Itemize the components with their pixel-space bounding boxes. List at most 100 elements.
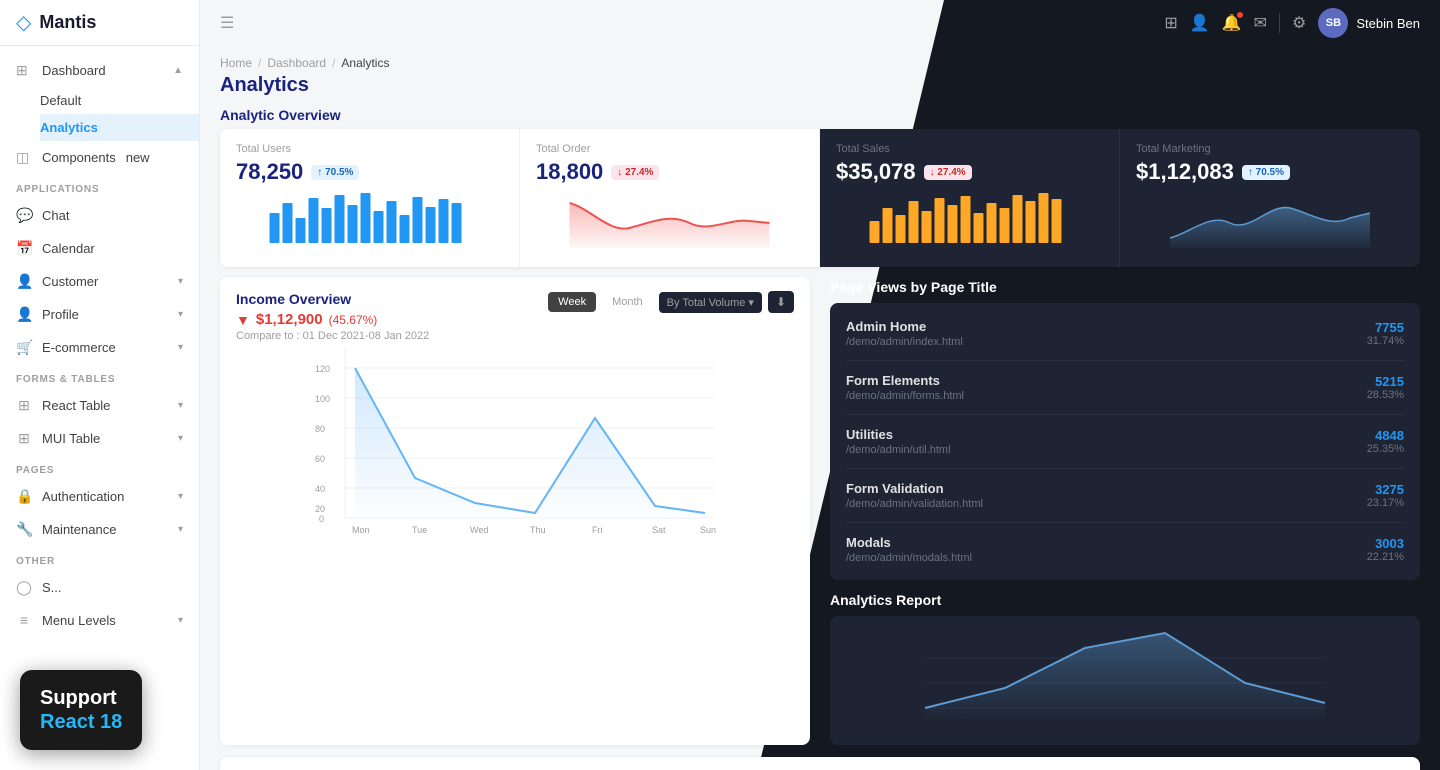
sidebar-label-sample: S... <box>42 580 62 595</box>
analytics-report-chart <box>830 616 1420 745</box>
income-overview-panel: Income Overview ▼ $1,12,900 (45.67%) Com… <box>220 277 810 745</box>
chevron-down-icon-4: ▾ <box>178 400 183 411</box>
sidebar-label-ecommerce: E-commerce <box>42 340 116 355</box>
analytics-report-label: Analytics Report <box>830 592 1420 608</box>
sidebar-item-auth[interactable]: 🔒 Authentication ▾ <box>0 480 199 513</box>
header-right: ⊞ 👤 🔔 ✉ ⚙ SB Stebin Ben <box>1164 8 1420 38</box>
menu-icon: ≡ <box>16 612 32 628</box>
sidebar-label-components: Components <box>42 150 116 165</box>
separator-2: / <box>332 56 335 70</box>
pv-url-1: /demo/admin/index.html <box>846 336 963 348</box>
toast-line2: React 18 <box>40 710 122 734</box>
sidebar-item-customer[interactable]: 👤 Customer ▾ <box>0 265 199 298</box>
month-btn[interactable]: Month <box>602 292 653 312</box>
pv-right-3: 4848 25.35% <box>1367 428 1404 455</box>
card-value-row-users: 78,250 ↑ 70.5% <box>236 159 503 185</box>
pv-title-1: Admin Home <box>846 319 963 334</box>
breadcrumb-home[interactable]: Home <box>220 56 252 70</box>
new-badge: new <box>126 150 150 165</box>
sidebar-item-analytics[interactable]: Analytics <box>40 114 199 141</box>
pv-item-3: Utilities /demo/admin/util.html 4848 25.… <box>846 415 1404 469</box>
week-btn[interactable]: Week <box>548 292 596 312</box>
analytic-overview-label: Analytic Overview <box>200 97 1440 129</box>
pv-title-4: Form Validation <box>846 481 983 496</box>
breadcrumb-current: Analytics <box>341 56 389 70</box>
pv-title-5: Modals <box>846 535 972 550</box>
pv-left-2: Form Elements /demo/admin/forms.html <box>846 373 964 402</box>
sidebar-item-react-table[interactable]: ⊞ React Table ▾ <box>0 389 199 422</box>
pv-item-4: Form Validation /demo/admin/validation.h… <box>846 469 1404 523</box>
chevron-up-icon: ▲ <box>173 65 183 76</box>
breadcrumb-dashboard[interactable]: Dashboard <box>267 56 326 70</box>
income-line-chart: 120 100 80 60 40 20 0 <box>236 348 794 548</box>
separator-1: / <box>258 56 261 70</box>
chevron-down-icon-7: ▾ <box>178 524 183 535</box>
svg-text:Sun: Sun <box>700 525 716 535</box>
sidebar-item-calendar[interactable]: 📅 Calendar <box>0 232 199 265</box>
card-label-users: Total Users <box>236 143 503 155</box>
pv-pct-3: 25.35% <box>1367 443 1404 455</box>
settings-icon[interactable]: ⚙ <box>1292 13 1306 33</box>
sidebar-logo[interactable]: ◇ Mantis <box>0 0 199 46</box>
sidebar-label-chat: Chat <box>42 208 69 223</box>
notification-dot <box>1236 11 1244 19</box>
card-label-marketing: Total Marketing <box>1136 143 1404 155</box>
page-title: Analytics <box>220 74 1420 97</box>
pv-count-4: 3275 <box>1367 482 1404 497</box>
breadcrumb: Home / Dashboard / Analytics <box>220 56 1420 70</box>
card-badge-marketing: ↑ 70.5% <box>1242 165 1290 180</box>
pv-pct-2: 28.53% <box>1367 389 1404 401</box>
income-arrow-icon: ▼ <box>236 312 250 328</box>
sidebar-item-maintenance[interactable]: 🔧 Maintenance ▾ <box>0 513 199 546</box>
page-views-panel: Page Views by Page Title Admin Home /dem… <box>820 277 1420 745</box>
sidebar-item-dashboard[interactable]: ⊞ Dashboard ▲ <box>0 54 199 87</box>
pv-right-2: 5215 28.53% <box>1367 374 1404 401</box>
pv-item-2: Form Elements /demo/admin/forms.html 521… <box>846 361 1404 415</box>
sidebar-item-profile[interactable]: 👤 Profile ▾ <box>0 298 199 331</box>
pv-left-5: Modals /demo/admin/modals.html <box>846 535 972 564</box>
sidebar-item-default[interactable]: Default <box>40 87 199 114</box>
hamburger-icon[interactable]: ☰ <box>220 13 234 33</box>
section-label-applications: Applications <box>0 174 199 199</box>
svg-text:Wed: Wed <box>470 525 488 535</box>
svg-text:Sat: Sat <box>652 525 666 535</box>
chat-icon: 💬 <box>16 207 32 224</box>
chevron-down-icon-5: ▾ <box>178 433 183 444</box>
sidebar-item-components[interactable]: ◫ Components new <box>0 141 199 174</box>
card-label-sales: Total Sales <box>836 143 1103 155</box>
income-value-row: ▼ $1,12,900 (45.67%) <box>236 311 429 328</box>
calendar-icon: 📅 <box>16 240 32 257</box>
download-btn[interactable]: ⬇ <box>768 291 794 313</box>
marketing-area-chart <box>1136 193 1404 248</box>
sidebar-item-menu-levels[interactable]: ≡ Menu Levels ▾ <box>0 604 199 636</box>
pv-count-5: 3003 <box>1367 536 1404 551</box>
order-area-chart <box>536 193 803 248</box>
sidebar-label-calendar: Calendar <box>42 241 95 256</box>
notification-bell[interactable]: 🔔 <box>1222 13 1242 33</box>
user-avatar-area[interactable]: SB Stebin Ben <box>1318 8 1420 38</box>
sidebar-label-profile: Profile <box>42 307 79 322</box>
sidebar-item-mui-table[interactable]: ⊞ MUI Table ▾ <box>0 422 199 455</box>
dashboard-icon: ⊞ <box>16 62 32 79</box>
app-name: Mantis <box>39 12 96 33</box>
pv-pct-1: 31.74% <box>1367 335 1404 347</box>
volume-btn[interactable]: By Total Volume ▾ <box>659 292 762 313</box>
grid-view-icon[interactable]: ⊞ <box>1164 13 1177 33</box>
pv-title-2: Form Elements <box>846 373 964 388</box>
support-toast[interactable]: Support React 18 <box>20 670 142 750</box>
sidebar-label-dashboard: Dashboard <box>42 63 106 78</box>
income-compare: Compare to : 01 Dec 2021-08 Jan 2022 <box>236 330 429 342</box>
pv-url-2: /demo/admin/forms.html <box>846 390 964 402</box>
mail-icon[interactable]: ✉ <box>1254 13 1267 33</box>
sidebar-item-chat[interactable]: 💬 Chat <box>0 199 199 232</box>
sidebar-item-ecommerce[interactable]: 🛒 E-commerce ▾ <box>0 331 199 364</box>
users-bar-chart <box>236 193 503 243</box>
user-circle-icon[interactable]: 👤 <box>1190 13 1210 33</box>
top-header: ☰ ⊞ 👤 🔔 ✉ ⚙ SB Stebin Ben <box>200 0 1440 46</box>
pv-count-1: 7755 <box>1367 320 1404 335</box>
income-controls: Week Month By Total Volume ▾ ⬇ <box>548 291 794 313</box>
card-badge-order: ↓ 27.4% <box>611 165 659 180</box>
pv-pct-4: 23.17% <box>1367 497 1404 509</box>
mui-table-icon: ⊞ <box>16 430 32 447</box>
sidebar-item-sample[interactable]: ◯ S... <box>0 571 199 604</box>
